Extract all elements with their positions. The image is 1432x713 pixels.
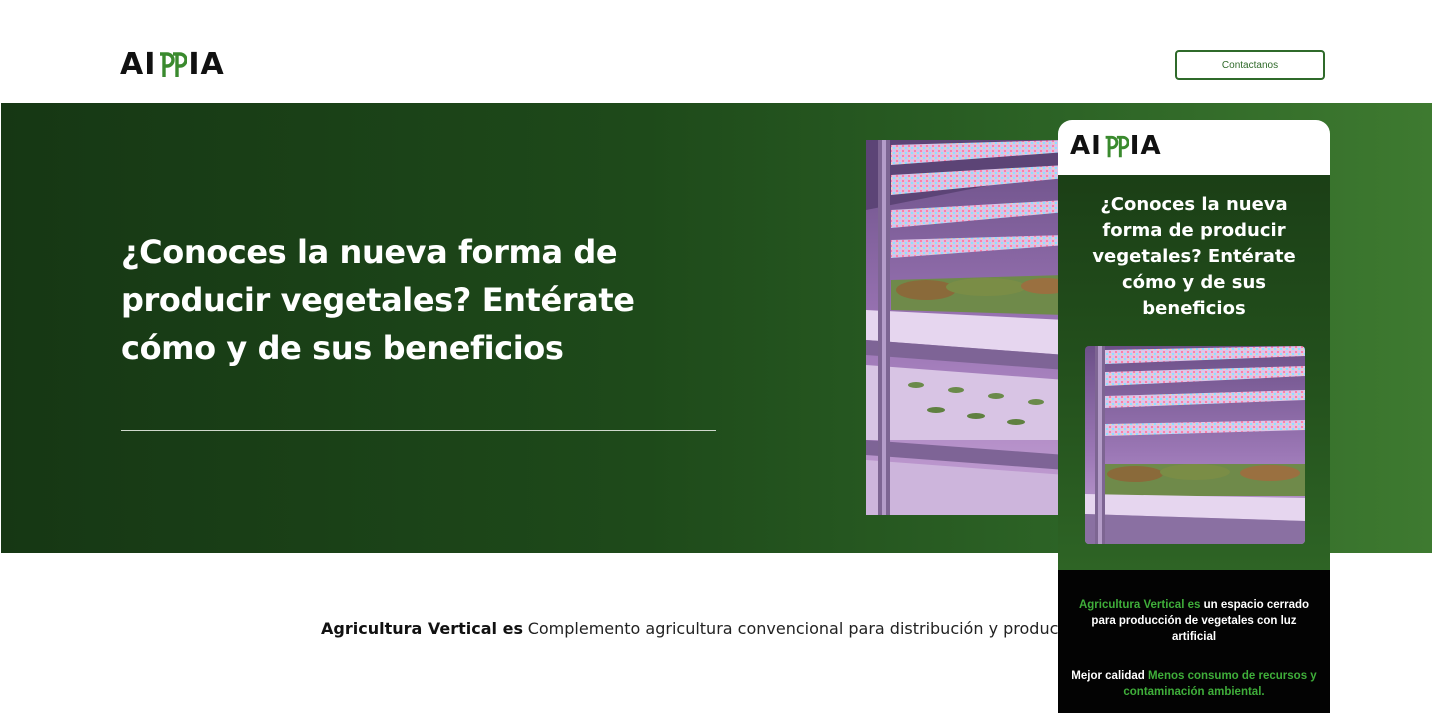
mobile-benefit-resources: Menos consumo de recursos y contaminació… <box>1123 670 1317 698</box>
contact-button[interactable]: Contactanos <box>1175 50 1325 80</box>
mobile-logo-text-left: AI <box>1070 131 1102 161</box>
mobile-benefits: Mejor calidad Menos consumo de recursos … <box>1070 668 1318 700</box>
mobile-definition-term: Agricultura Vertical es <box>1078 599 1201 611</box>
mobile-brand-logo[interactable]: AI IA <box>1070 131 1162 161</box>
logo-text-left: AI <box>120 46 157 82</box>
hero-divider <box>121 430 716 431</box>
logo-text-right: IA <box>188 46 225 82</box>
mobile-hero-title: ¿Conoces la nueva forma de producir vege… <box>1092 194 1296 319</box>
mobile-vertical-farm-image <box>1085 346 1305 544</box>
definition-text: Complemento agricultura convencional par… <box>527 619 1058 638</box>
mobile-definition: Agricultura Vertical es un espacio cerra… <box>1070 597 1318 645</box>
mobile-benefit-quality: Mejor calidad <box>1071 670 1145 682</box>
hero-title: ¿Conoces la nueva forma de producir vege… <box>121 233 635 367</box>
mobile-logo-text-right: IA <box>1129 131 1162 161</box>
definition-line: Agricultura Vertical es Complemento agri… <box>321 618 1058 640</box>
brand-logo[interactable]: AI IA <box>120 46 225 82</box>
definition-term: Agricultura Vertical es <box>321 619 523 638</box>
mobile-logo-mark-icon <box>1103 133 1129 159</box>
vertical-farm-image <box>866 140 1066 515</box>
definition-row: Agricultura Vertical es Complemento agri… <box>321 612 1058 652</box>
logo-mark-icon <box>157 49 188 79</box>
